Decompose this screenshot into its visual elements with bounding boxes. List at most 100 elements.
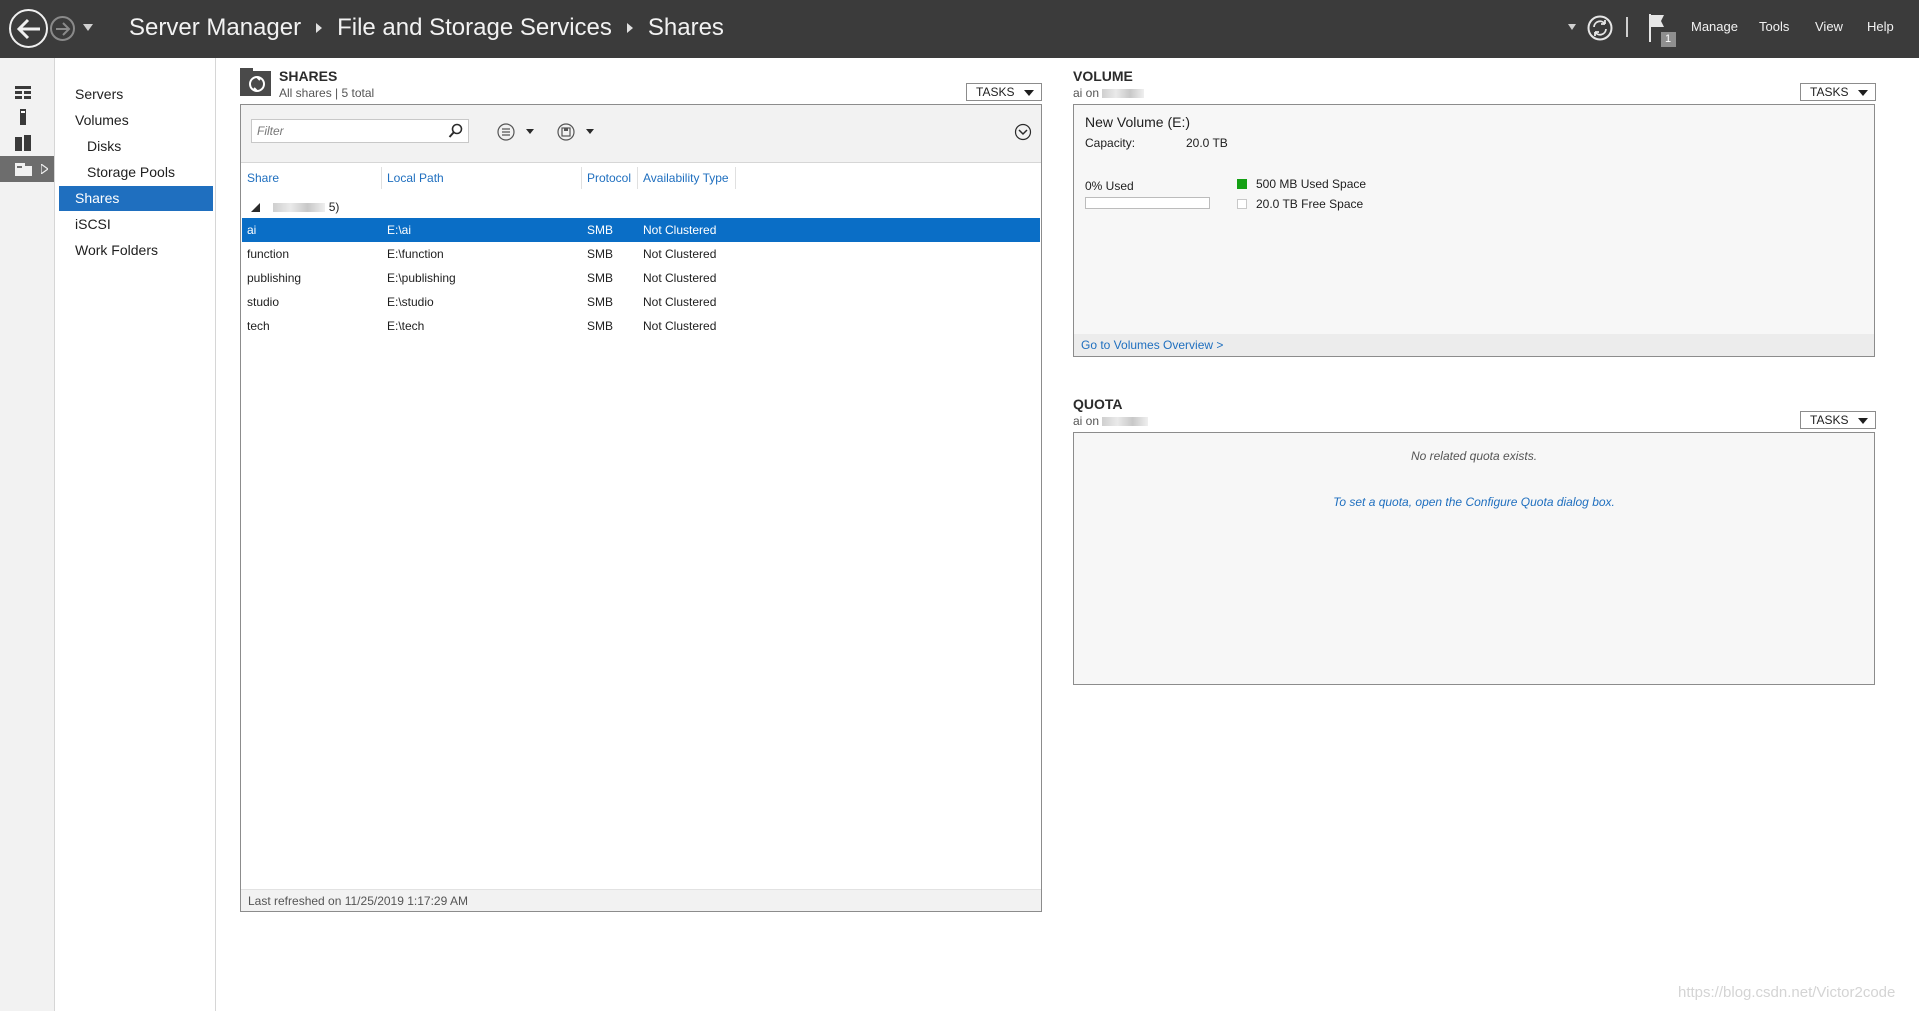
cell-share: function [247, 247, 290, 261]
used-space-legend: 500 MB Used Space [1256, 177, 1367, 191]
shares-toolbar: Filter [241, 105, 1041, 163]
volume-title: VOLUME [1073, 68, 1133, 84]
cell-protocol: SMB [587, 223, 614, 237]
shares-title: SHARES [279, 68, 338, 84]
cell-availability: Not Clustered [643, 295, 717, 309]
cell-local-path: E:\ai [387, 223, 412, 237]
server-group-row[interactable]: 5) [251, 197, 339, 217]
breadcrumb-item[interactable]: Shares [648, 14, 724, 42]
shares-section-icon [240, 68, 271, 96]
shares-panel: Filter Share Local Path Protocol Availab… [240, 104, 1042, 912]
refresh-icon[interactable] [1587, 15, 1613, 41]
sidebar-item-iscsi[interactable]: iSCSI [59, 212, 213, 237]
tasks-label: TASKS [1810, 85, 1849, 99]
table-row[interactable]: publishing E:\publishing SMB Not Cluster… [242, 266, 1040, 290]
file-storage-icon [15, 163, 32, 176]
all-servers-icon[interactable] [14, 134, 32, 152]
free-space-legend: 20.0 TB Free Space [1256, 197, 1364, 211]
notifications-flag-icon[interactable]: 1 [1648, 12, 1678, 48]
cell-availability: Not Clustered [643, 319, 717, 333]
shares-subtitle: All shares | 5 total [279, 86, 375, 100]
breadcrumb: Server Manager File and Storage Services… [129, 14, 724, 42]
capacity-label: Capacity: [1085, 136, 1136, 150]
tasks-label: TASKS [1810, 413, 1849, 427]
table-row[interactable]: function E:\function SMB Not Clustered [242, 242, 1040, 266]
sidebar-item-volumes[interactable]: Volumes [59, 108, 213, 133]
sidebar-nav: Servers Volumes Disks Storage Pools Shar… [55, 58, 216, 1011]
save-query-icon[interactable] [557, 123, 597, 141]
group-count: 5) [328, 200, 340, 214]
chevron-down-icon [1858, 418, 1868, 424]
expand-arrow-icon [41, 164, 48, 174]
role-icon-strip [0, 58, 55, 1011]
cell-availability: Not Clustered [643, 223, 717, 237]
file-storage-services-nav[interactable] [0, 156, 54, 182]
breadcrumb-item[interactable]: Server Manager [129, 14, 301, 42]
redacted-server-name [273, 203, 326, 213]
sidebar-item-shares[interactable]: Shares [59, 186, 213, 211]
cell-share: ai [247, 223, 257, 237]
chevron-right-icon [316, 23, 323, 33]
configure-quota-link[interactable]: To set a quota, open the Configure Quota… [1074, 495, 1874, 509]
arrow-right-icon [55, 21, 70, 36]
used-space-swatch [1237, 179, 1247, 189]
menu-manage[interactable]: Manage [1691, 19, 1738, 34]
table-row[interactable]: ai E:\ai SMB Not Clustered [242, 218, 1040, 242]
cell-share: publishing [247, 271, 302, 285]
menu-tools[interactable]: Tools [1759, 19, 1789, 34]
volume-panel: New Volume (E:) Capacity: 20.0 TB 0% Use… [1073, 104, 1875, 357]
table-row[interactable]: studio E:\studio SMB Not Clustered [242, 290, 1040, 314]
column-header-local-path[interactable]: Local Path [382, 167, 582, 189]
expand-collapse-icon[interactable] [1014, 123, 1032, 141]
cell-local-path: E:\tech [387, 319, 425, 333]
capacity-value: 20.0 TB [1186, 136, 1228, 150]
breadcrumb-item[interactable]: File and Storage Services [337, 14, 612, 42]
sidebar-item-disks[interactable]: Disks [59, 134, 213, 159]
collapse-triangle-icon[interactable] [251, 203, 260, 213]
column-header-share[interactable]: Share [242, 167, 382, 189]
cell-protocol: SMB [587, 319, 614, 333]
cell-local-path: E:\studio [387, 295, 434, 309]
title-bar: Server Manager File and Storage Services… [0, 0, 1919, 58]
local-server-icon[interactable] [14, 108, 32, 126]
volume-tasks-button[interactable]: TASKS [1800, 83, 1876, 101]
arrow-left-icon [16, 18, 40, 39]
shares-tasks-button[interactable]: TASKS [966, 83, 1042, 101]
menu-view[interactable]: View [1815, 19, 1843, 34]
cell-availability: Not Clustered [643, 271, 717, 285]
flag-icon [1649, 14, 1676, 47]
cell-protocol: SMB [587, 247, 614, 261]
list-options-icon[interactable] [497, 123, 537, 141]
refresh-dropdown-icon[interactable] [1568, 24, 1576, 30]
sidebar-item-servers[interactable]: Servers [59, 82, 213, 107]
chevron-right-icon [626, 23, 633, 33]
history-dropdown-icon[interactable] [83, 24, 93, 31]
table-row[interactable]: tech E:\tech SMB Not Clustered [242, 314, 1040, 338]
notification-count: 1 [1665, 33, 1672, 45]
search-icon[interactable] [448, 123, 464, 139]
back-button[interactable] [9, 9, 48, 48]
cell-protocol: SMB [587, 295, 614, 309]
quota-tasks-button[interactable]: TASKS [1800, 411, 1876, 429]
redacted-server-name [1102, 89, 1145, 99]
dashboard-icon[interactable] [14, 84, 32, 102]
volumes-overview-link[interactable]: Go to Volumes Overview > [1074, 334, 1874, 356]
quota-subtitle-text: ai on [1073, 414, 1100, 428]
volume-name: New Volume (E:) [1085, 114, 1191, 130]
cell-local-path: E:\publishing [387, 271, 456, 285]
sidebar-item-work-folders[interactable]: Work Folders [59, 238, 213, 263]
cell-local-path: E:\function [387, 247, 444, 261]
quota-title: QUOTA [1073, 396, 1123, 412]
filter-input[interactable]: Filter [251, 119, 469, 143]
toolbar-divider [1626, 17, 1628, 37]
tasks-label: TASKS [976, 85, 1015, 99]
volume-subtitle-text: ai on [1073, 86, 1100, 100]
forward-button[interactable] [50, 16, 75, 41]
redacted-server-name [1102, 417, 1149, 427]
column-header-availability-type[interactable]: Availability Type [638, 167, 736, 189]
sidebar-item-storage-pools[interactable]: Storage Pools [59, 160, 213, 185]
cell-protocol: SMB [587, 271, 614, 285]
menu-help[interactable]: Help [1867, 19, 1894, 34]
column-header-protocol[interactable]: Protocol [582, 167, 638, 189]
quota-panel: No related quota exists. To set a quota,… [1073, 432, 1875, 685]
